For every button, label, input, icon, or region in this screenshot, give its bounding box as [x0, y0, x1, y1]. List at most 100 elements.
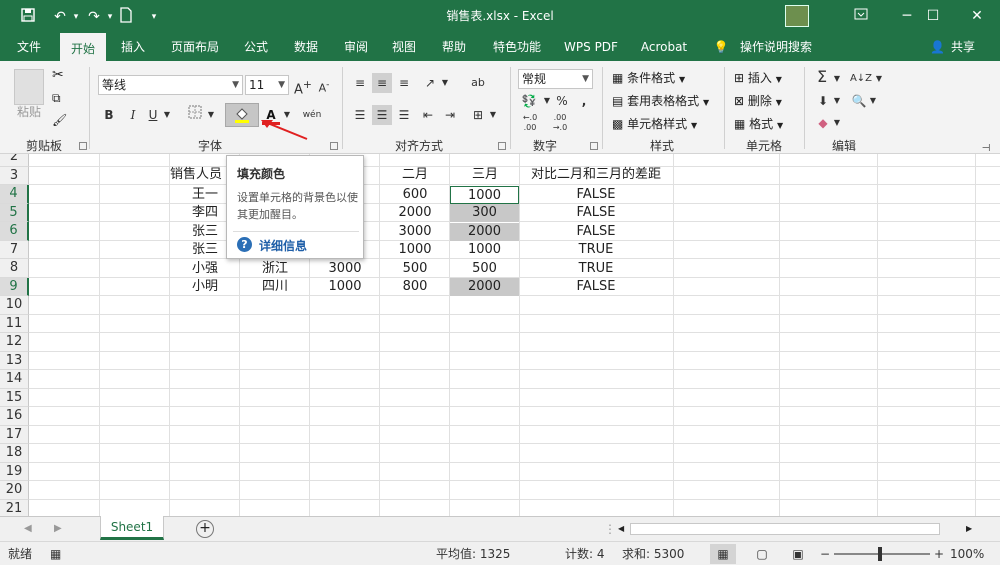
- underline-button[interactable]: U: [146, 105, 160, 125]
- format-as-table-button[interactable]: ▤ 套用表格格式 ▼: [612, 92, 709, 109]
- cell-mar[interactable]: 2000: [450, 222, 519, 241]
- customize-quick-access-icon[interactable]: ▾: [144, 7, 164, 27]
- zoom-in-icon[interactable]: +: [934, 542, 944, 566]
- maximize-icon[interactable]: ☐: [910, 0, 956, 33]
- tab-home[interactable]: 开始: [60, 33, 106, 61]
- cut-icon[interactable]: ✂: [52, 67, 64, 83]
- zoom-slider[interactable]: [834, 553, 930, 555]
- cell-mar[interactable]: 1000: [450, 241, 519, 259]
- scroll-left-icon[interactable]: ◀: [618, 523, 628, 535]
- cell-mar[interactable]: 1000: [450, 185, 519, 204]
- align-middle-icon[interactable]: ≡: [372, 73, 392, 93]
- row-header[interactable]: 18: [0, 444, 29, 463]
- cell-feb[interactable]: 1000: [380, 241, 450, 259]
- conditional-formatting-button[interactable]: ▦ 条件格式 ▼: [612, 69, 685, 86]
- cell-cmp[interactable]: FALSE: [520, 223, 672, 241]
- row-header[interactable]: 2: [0, 154, 29, 167]
- format-painter-icon[interactable]: 🖌: [52, 113, 67, 127]
- decrease-indent-icon[interactable]: ⇤: [418, 105, 438, 125]
- chevron-down-icon[interactable]: ▼: [206, 105, 216, 125]
- cell-name[interactable]: 张三: [180, 241, 230, 259]
- cell-cmp[interactable]: TRUE: [520, 241, 672, 259]
- bold-button[interactable]: B: [100, 105, 118, 125]
- cell-jan[interactable]: 3000: [310, 260, 380, 278]
- cell-styles-button[interactable]: ▩ 单元格样式 ▼: [612, 115, 697, 132]
- cell-mar[interactable]: 500: [450, 260, 519, 278]
- add-sheet-button[interactable]: +: [196, 520, 214, 538]
- row-header[interactable]: 20: [0, 481, 29, 500]
- row-header[interactable]: 17: [0, 425, 29, 444]
- status-sum[interactable]: 求和: 5300: [622, 542, 684, 566]
- increase-indent-icon[interactable]: ⇥: [440, 105, 460, 125]
- row-header[interactable]: 16: [0, 407, 29, 426]
- font-name-select[interactable]: 等线 ▼: [98, 75, 243, 95]
- align-center-icon[interactable]: ☰: [372, 105, 392, 125]
- accounting-format-icon[interactable]: 💱: [518, 91, 540, 111]
- cell-feb[interactable]: 600: [380, 186, 450, 204]
- help-icon[interactable]: ?: [237, 237, 252, 252]
- increase-font-size-icon[interactable]: A+: [294, 75, 312, 97]
- cell-name[interactable]: 李四: [180, 204, 230, 222]
- align-top-icon[interactable]: ≡: [350, 73, 370, 93]
- cell-header-feb[interactable]: 二月: [380, 166, 450, 184]
- font-launcher-icon[interactable]: [330, 142, 338, 150]
- align-left-icon[interactable]: ☰: [350, 105, 370, 125]
- share-button[interactable]: 共享: [948, 33, 978, 61]
- cell-name[interactable]: 小明: [180, 278, 230, 296]
- tab-split-handle[interactable]: ⋮: [604, 517, 616, 541]
- cell-jan[interactable]: 1000: [310, 278, 380, 296]
- clear-icon[interactable]: ◆: [814, 113, 832, 133]
- row-header[interactable]: 21: [0, 499, 29, 516]
- row-header[interactable]: 10: [0, 296, 29, 315]
- chevron-down-icon[interactable]: ▼: [162, 105, 172, 125]
- cell-name[interactable]: 小强: [180, 260, 230, 278]
- align-right-icon[interactable]: ☰: [394, 105, 414, 125]
- tab-insert[interactable]: 插入: [114, 33, 152, 61]
- increase-decimal-button[interactable]: ←.0 .00: [516, 113, 544, 133]
- orientation-icon[interactable]: ↗: [420, 73, 440, 93]
- account-avatar[interactable]: [785, 5, 809, 27]
- tab-page-layout[interactable]: 页面布局: [166, 33, 224, 61]
- number-format-select[interactable]: 常规 ▼: [518, 69, 593, 89]
- cell-cmp[interactable]: FALSE: [520, 186, 672, 204]
- normal-view-icon[interactable]: ▦: [710, 544, 736, 564]
- paste-button-label[interactable]: 粘贴: [17, 103, 41, 120]
- page-break-view-icon[interactable]: ▣: [788, 544, 808, 564]
- tooltip-more-info-link[interactable]: 详细信息: [259, 237, 307, 254]
- row-header[interactable]: 14: [0, 370, 29, 389]
- cell-mar[interactable]: 2000: [450, 278, 519, 296]
- row-header[interactable]: 15: [0, 388, 29, 407]
- row-header[interactable]: 19: [0, 462, 29, 481]
- status-average[interactable]: 平均值: 1325: [436, 542, 510, 566]
- cell-cmp[interactable]: FALSE: [520, 278, 672, 296]
- cell-region[interactable]: 浙江: [240, 260, 310, 278]
- scroll-right-icon[interactable]: ▶: [966, 523, 976, 535]
- ribbon-display-options-icon[interactable]: [838, 0, 884, 33]
- format-cells-button[interactable]: ▦ 格式 ▼: [734, 115, 783, 132]
- chevron-down-icon[interactable]: ▼: [868, 91, 878, 111]
- italic-button[interactable]: I: [124, 105, 142, 125]
- row-header[interactable]: 8: [0, 259, 29, 278]
- zoom-level[interactable]: 100%: [950, 542, 984, 566]
- undo-dropdown-icon[interactable]: ▾: [66, 7, 86, 27]
- cell-feb[interactable]: 3000: [380, 223, 450, 241]
- row-header[interactable]: 5: [0, 203, 29, 222]
- insert-cells-button[interactable]: ⊞ 插入 ▼: [734, 69, 782, 86]
- horizontal-scrollbar[interactable]: [630, 523, 940, 535]
- chevron-down-icon[interactable]: ▼: [832, 91, 842, 111]
- comma-button[interactable]: ,: [576, 91, 592, 111]
- fill-down-icon[interactable]: ⬇: [814, 91, 832, 111]
- wrap-text-button[interactable]: ab: [468, 73, 488, 93]
- macro-record-icon[interactable]: ▦: [50, 542, 61, 566]
- row-header[interactable]: 11: [0, 314, 29, 333]
- clipboard-launcher-icon[interactable]: [79, 142, 87, 150]
- tab-data[interactable]: 数据: [288, 33, 324, 61]
- cell-feb[interactable]: 2000: [380, 204, 450, 222]
- cell-header-mar[interactable]: 三月: [450, 166, 520, 184]
- delete-cells-button[interactable]: ⊠ 删除 ▼: [734, 92, 782, 109]
- new-file-icon[interactable]: [116, 7, 136, 27]
- chevron-down-icon[interactable]: ▼: [440, 73, 450, 93]
- tell-me-search[interactable]: 操作说明搜索: [736, 33, 816, 61]
- decrease-font-size-icon[interactable]: A-: [316, 75, 332, 95]
- tab-special-features[interactable]: 特色功能: [486, 33, 548, 61]
